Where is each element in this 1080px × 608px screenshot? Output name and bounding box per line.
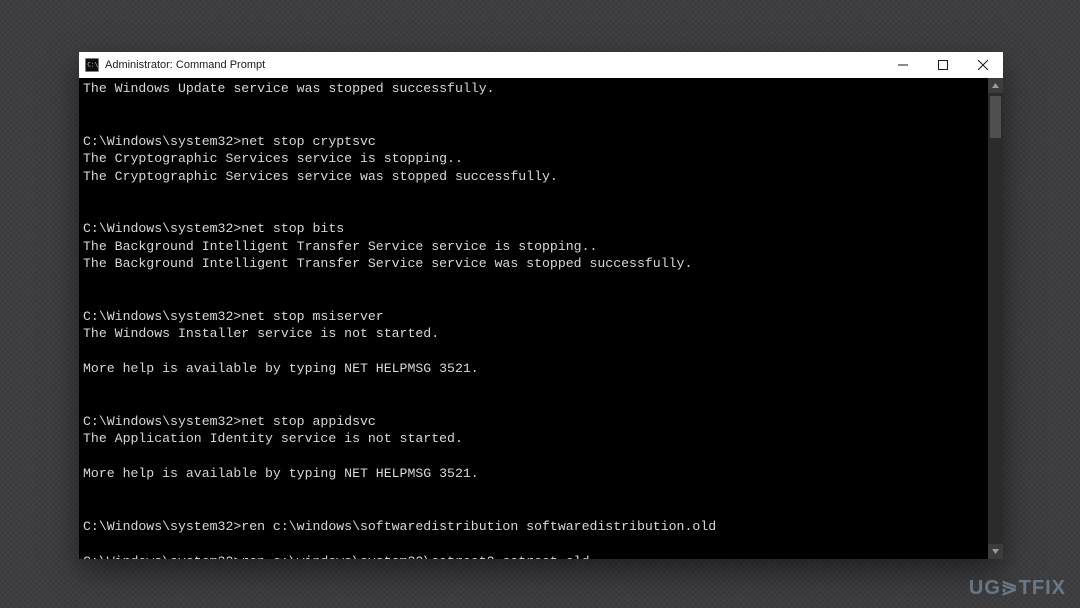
scroll-up-button[interactable]	[988, 78, 1003, 93]
minimize-button[interactable]	[883, 52, 923, 78]
window-title: Administrator: Command Prompt	[105, 59, 265, 71]
titlebar[interactable]: C:\ Administrator: Command Prompt	[79, 52, 1003, 78]
vertical-scrollbar[interactable]	[988, 78, 1003, 559]
scroll-down-button[interactable]	[988, 544, 1003, 559]
console-output[interactable]: The Windows Update service was stopped s…	[79, 78, 988, 559]
maximize-button[interactable]	[923, 52, 963, 78]
cmd-icon: C:\	[85, 58, 99, 72]
svg-text:C:\: C:\	[87, 61, 98, 68]
watermark-logo: UG⪘TFIX	[969, 575, 1066, 600]
command-prompt-window: C:\ Administrator: Command Prompt The Wi…	[79, 52, 1003, 559]
close-button[interactable]	[963, 52, 1003, 78]
console-area: The Windows Update service was stopped s…	[79, 78, 1003, 559]
scrollbar-thumb[interactable]	[990, 96, 1001, 138]
